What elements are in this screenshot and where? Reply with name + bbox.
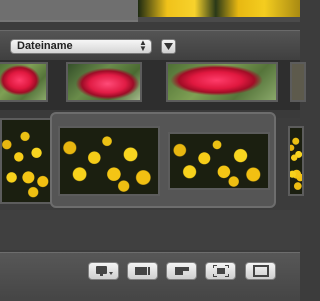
thumbnail-partial[interactable] bbox=[290, 62, 306, 102]
monitor-icon bbox=[95, 266, 113, 276]
sort-select-label: Dateiname bbox=[17, 40, 73, 52]
window-icon bbox=[252, 265, 269, 277]
thumbnail-daisy-2[interactable] bbox=[58, 126, 160, 196]
expand-icon bbox=[212, 265, 229, 277]
top-photo[interactable] bbox=[138, 0, 300, 17]
view-button-1[interactable] bbox=[127, 262, 158, 280]
view-button-3[interactable] bbox=[245, 262, 276, 280]
view-button-2[interactable] bbox=[166, 262, 197, 280]
triangle-down-icon bbox=[164, 43, 173, 50]
display-mode-button[interactable] bbox=[88, 262, 119, 280]
thumbnail-partial-2[interactable] bbox=[288, 126, 304, 196]
updown-arrows-icon: ▲ ▼ bbox=[139, 38, 147, 53]
thumbnail-daisy-1[interactable] bbox=[0, 118, 52, 204]
thumbnail-daisy-3[interactable] bbox=[168, 132, 270, 190]
fullscreen-button[interactable] bbox=[205, 262, 236, 280]
thumbnail-rose-2[interactable] bbox=[66, 62, 142, 102]
view-icon bbox=[134, 267, 150, 275]
sort-select[interactable]: Dateiname ▲ ▼ bbox=[10, 39, 152, 54]
sort-order-button[interactable] bbox=[161, 39, 176, 54]
thumbnail-rose-1[interactable] bbox=[0, 62, 48, 102]
browser-background bbox=[0, 210, 300, 250]
viewer-top bbox=[0, 0, 300, 22]
top-photo-edge bbox=[138, 17, 300, 22]
thumbnail-rose-3[interactable] bbox=[166, 62, 278, 102]
view-icon bbox=[174, 267, 189, 275]
